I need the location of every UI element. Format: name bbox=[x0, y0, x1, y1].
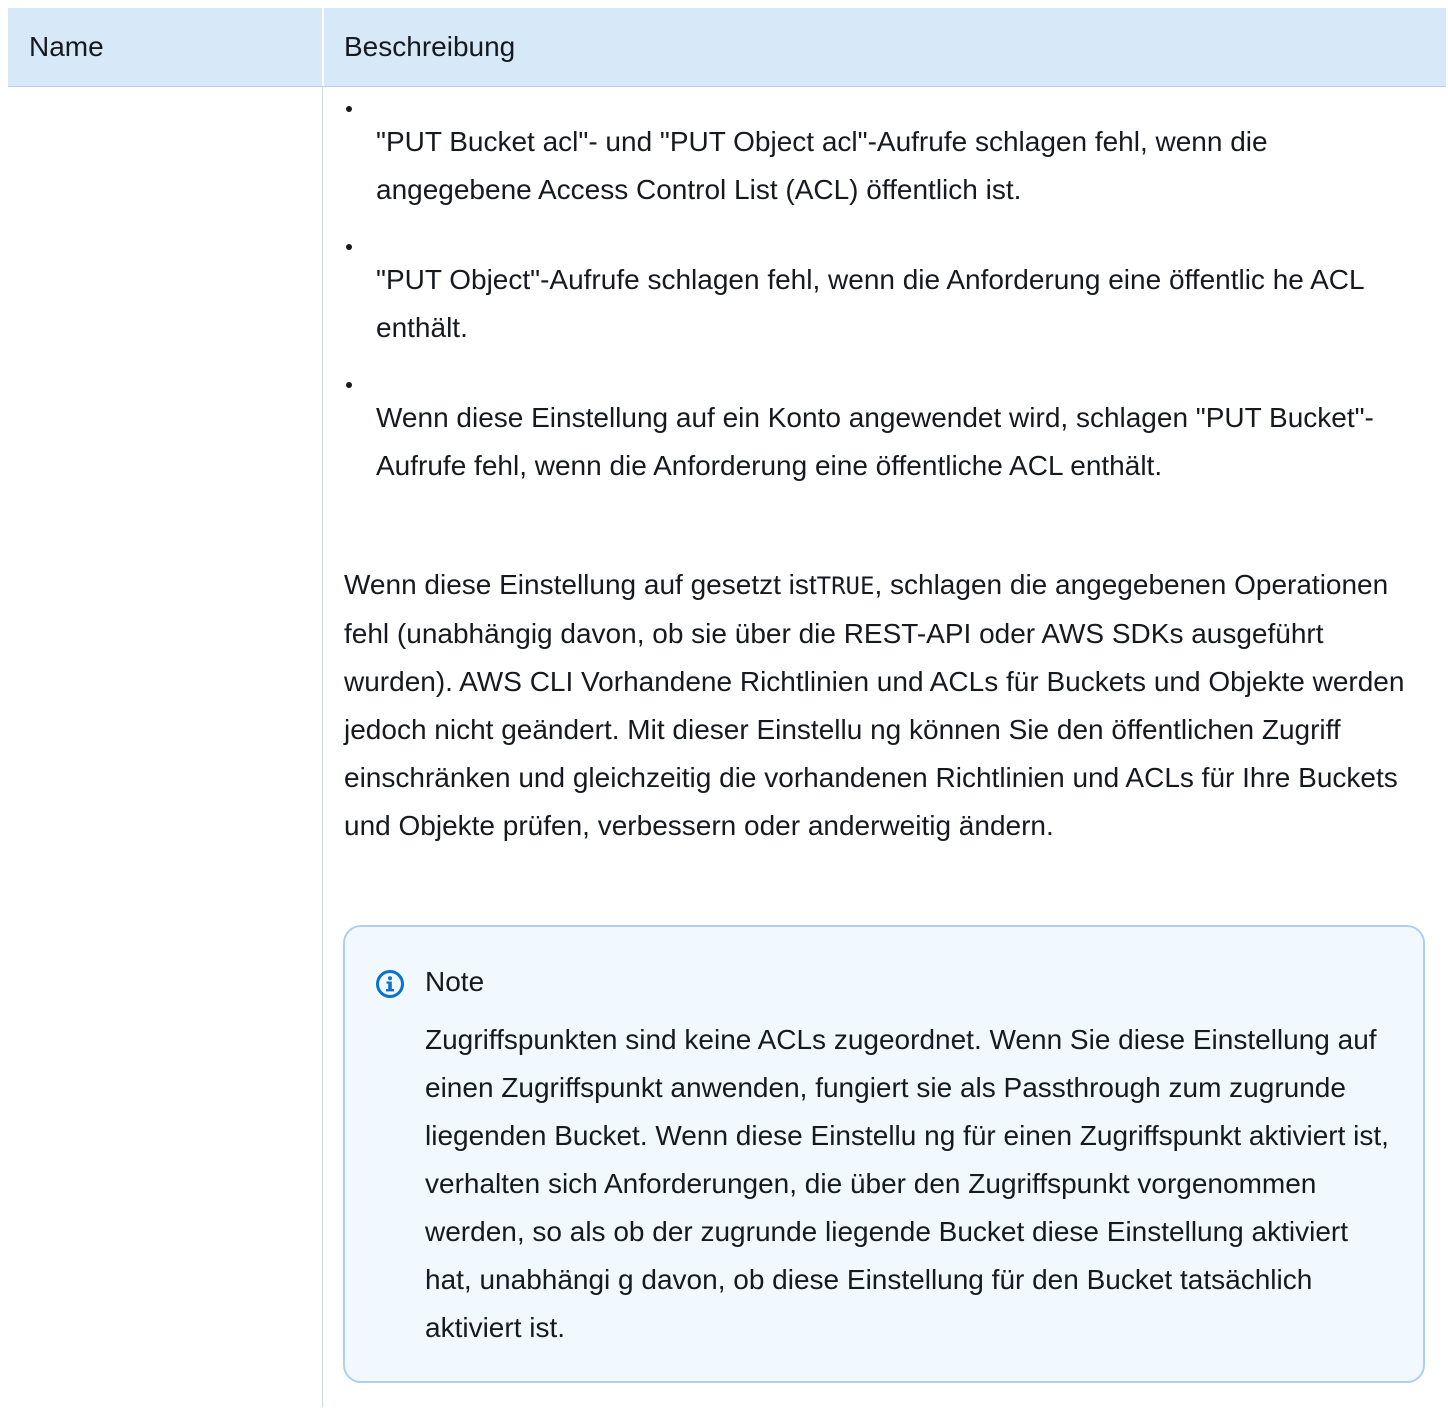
bullet-item-put-object: "PUT Object"-Aufrufe schlagen fehl, wenn… bbox=[376, 264, 1364, 343]
note-title: Note bbox=[425, 966, 485, 997]
paragraph-text-rest: , schlagen die angegebenen Operationen f… bbox=[344, 569, 1405, 841]
header-column-divider bbox=[322, 8, 324, 86]
bullet-item-put-bucket: Wenn diese Einstellung auf ein Konto ang… bbox=[376, 402, 1374, 481]
column-header-name: Name bbox=[29, 31, 104, 62]
body-column-divider bbox=[322, 87, 323, 1407]
code-value-true: TRUE bbox=[816, 572, 875, 600]
table-header-row: Name Beschreibung bbox=[8, 8, 1446, 87]
bullet-marker bbox=[346, 244, 352, 250]
note-callout: Note Zugriffspunkten sind keine ACLs zug… bbox=[343, 925, 1425, 1383]
bullet-marker bbox=[346, 382, 352, 388]
description-paragraph: Wenn diese Einstellung auf gesetzt istTR… bbox=[344, 561, 1419, 850]
paragraph-text-start: Wenn diese Einstellung auf gesetzt ist bbox=[344, 569, 817, 600]
note-text: Zugriffspunkten sind keine ACLs zugeordn… bbox=[425, 1024, 1389, 1343]
description-table: Name Beschreibung "PUT Bucket acl"- und … bbox=[8, 8, 1446, 1408]
bullet-marker bbox=[346, 106, 352, 112]
column-header-description: Beschreibung bbox=[344, 31, 516, 62]
bullet-item-put-acl: "PUT Bucket acl"- und "PUT Object acl"-A… bbox=[376, 126, 1268, 205]
info-icon bbox=[376, 970, 404, 998]
